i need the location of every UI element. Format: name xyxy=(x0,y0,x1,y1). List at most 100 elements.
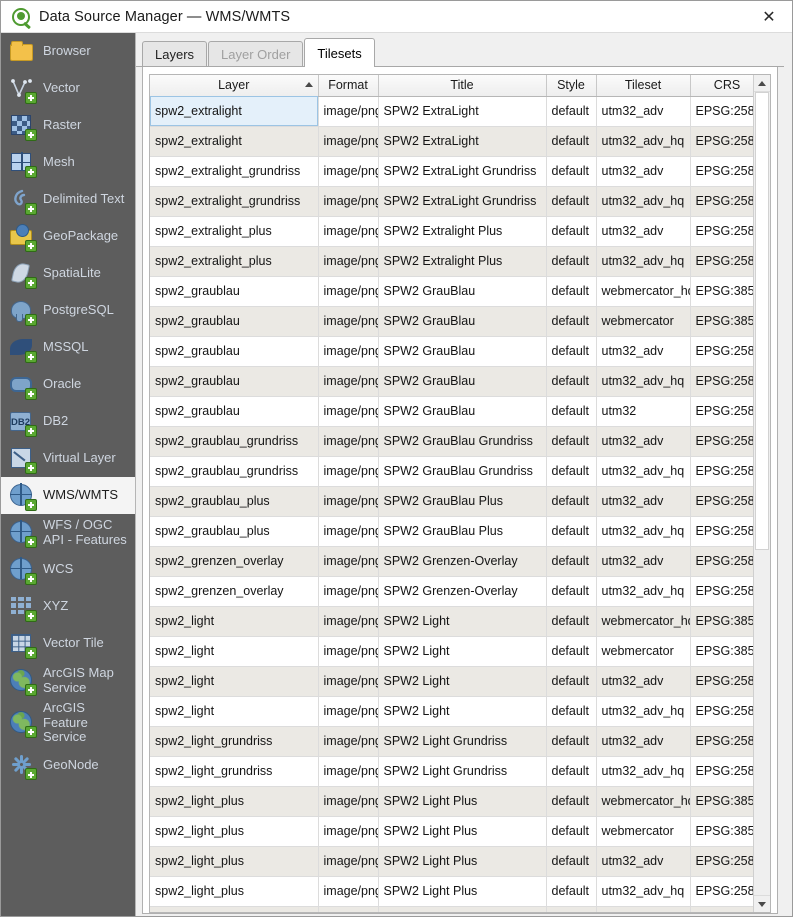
tab-strip[interactable]: Layers Layer Order Tilesets xyxy=(136,38,784,67)
cell-format[interactable]: image/png xyxy=(318,156,379,187)
table-row[interactable]: spw2_light image/png SPW2 Light default webm… xyxy=(150,636,765,667)
cell-layer[interactable]: spw2_graublau_plus xyxy=(150,516,319,547)
cell-style[interactable]: default xyxy=(546,426,597,457)
sidebar-item-browser[interactable]: Browser xyxy=(1,33,135,70)
table-row[interactable]: spw2_light_grundriss image/png SPW2 Light … xyxy=(150,756,765,787)
cell-tileset[interactable]: webmercator_hq xyxy=(596,606,691,637)
table-row[interactable]: spw2_graublau_grundriss image/png SPW2 Gra… xyxy=(150,456,765,487)
cell-layer[interactable]: spw2_extralight_plus xyxy=(150,216,319,247)
cell-format[interactable]: image/png xyxy=(318,426,379,457)
cell-tileset[interactable]: utm32_adv_hq xyxy=(596,456,691,487)
cell-layer[interactable]: spw2_light_plus xyxy=(150,846,319,877)
cell-format[interactable]: image/png xyxy=(318,486,379,517)
table-row[interactable]: spw2_grenzen_overlay image/png SPW2 Grenze… xyxy=(150,546,765,577)
cell-format[interactable]: image/png xyxy=(318,666,379,697)
cell-layer[interactable]: spw2_extralight_grundriss xyxy=(150,186,319,217)
cell-style[interactable]: default xyxy=(546,246,597,277)
cell-style[interactable]: default xyxy=(546,486,597,517)
cell-layer[interactable]: spw2_light_plus xyxy=(150,876,319,907)
cell-title[interactable]: SPW2 Grenzen-Overlay xyxy=(378,546,547,577)
cell-tileset[interactable]: utm32_adv xyxy=(596,336,691,367)
column-header-title[interactable]: Title xyxy=(378,75,547,97)
cell-style[interactable]: default xyxy=(546,636,597,667)
cell-format[interactable]: image/png xyxy=(318,336,379,367)
sidebar-item-xyz[interactable]: XYZ xyxy=(1,588,135,625)
cell-title[interactable]: SPW2 GrauBlau Plus xyxy=(378,486,547,517)
cell-title[interactable]: SPW2 Light Plus xyxy=(378,786,547,817)
cell-format[interactable]: image/png xyxy=(318,606,379,637)
tilesets-table[interactable]: Layer Format Title Style Tileset CRS spw2_ext… xyxy=(150,75,765,913)
cell-title[interactable]: SPW2 Light Grundriss xyxy=(378,756,547,787)
tab-tilesets[interactable]: Tilesets xyxy=(304,38,375,67)
cell-title[interactable]: SPW2 GrauBlau xyxy=(378,306,547,337)
cell-format[interactable]: image/png xyxy=(318,306,379,337)
table-row[interactable]: spw2_graublau image/png SPW2 GrauBlau defau… xyxy=(150,276,765,307)
cell-format[interactable]: image/png xyxy=(318,546,379,577)
cell-format[interactable]: image/png xyxy=(318,726,379,757)
cell-layer[interactable]: spw2_graublau xyxy=(150,276,319,307)
cell-layer[interactable]: spw2_graublau_plus xyxy=(150,486,319,517)
cell-tileset[interactable]: utm32_adv_hq xyxy=(596,366,691,397)
cell-style[interactable]: default xyxy=(546,216,597,247)
sidebar-item-delimited-text[interactable]: Delimited Text xyxy=(1,181,135,218)
cell-title[interactable]: SPW2 GrauBlau Grundriss xyxy=(378,426,547,457)
cell-tileset[interactable]: utm32_adv_hq xyxy=(596,876,691,907)
cell-layer[interactable]: spw2_extralight xyxy=(150,126,319,157)
cell-title[interactable]: SPW2 Light Grundriss xyxy=(378,726,547,757)
scroll-down-icon[interactable] xyxy=(754,895,770,913)
cell-tileset[interactable]: webmercator xyxy=(596,636,691,667)
table-row[interactable]: spw2_graublau_plus image/png SPW2 GrauBlau… xyxy=(150,516,765,547)
sidebar-item-wcs[interactable]: WCS xyxy=(1,551,135,588)
cell-style[interactable]: default xyxy=(546,696,597,727)
cell-format[interactable]: image/png xyxy=(318,456,379,487)
cell-title[interactable]: SPW2 Light xyxy=(378,666,547,697)
cell-title[interactable]: SPW2 Light Plus xyxy=(378,876,547,907)
table-row[interactable]: spw2_light_plus image/png SPW2 Light Plus d… xyxy=(150,816,765,847)
cell-layer[interactable]: spw2_light xyxy=(150,636,319,667)
cell-style[interactable]: default xyxy=(546,786,597,817)
sidebar-item-db2[interactable]: DB2 DB2 xyxy=(1,403,135,440)
sidebar-item-oracle[interactable]: Oracle xyxy=(1,366,135,403)
table-row[interactable]: spw2_extralight image/png SPW2 ExtraLight d… xyxy=(150,126,765,157)
tab-layers[interactable]: Layers xyxy=(142,41,208,66)
cell-tileset[interactable]: webmercator_hq xyxy=(596,786,691,817)
cell-format[interactable]: image/png xyxy=(318,756,379,787)
cell-format[interactable]: image/png xyxy=(318,216,379,247)
sidebar-item-arcgis-feature-service[interactable]: ArcGIS Feature Service xyxy=(1,699,135,747)
cell-format[interactable]: image/png xyxy=(318,816,379,847)
cell-title[interactable]: SPW2 GrauBlau Grundriss xyxy=(378,456,547,487)
cell-layer[interactable]: spw2_graublau xyxy=(150,306,319,337)
table-row[interactable]: spw2_extralight_plus image/png SPW2 Extral… xyxy=(150,246,765,277)
table-header-row[interactable]: Layer Format Title Style Tileset CRS xyxy=(150,75,765,97)
table-row[interactable]: spw2_extralight_grundriss image/png SPW2 E… xyxy=(150,186,765,217)
sidebar-item-vector[interactable]: Vector xyxy=(1,70,135,107)
cell-format[interactable]: image/png xyxy=(318,186,379,217)
scrollbar-track[interactable] xyxy=(754,92,770,896)
table-body[interactable]: spw2_extralight image/png SPW2 ExtraLight d… xyxy=(150,96,765,913)
cell-tileset[interactable]: utm32_adv_hq xyxy=(596,246,691,277)
scroll-up-icon[interactable] xyxy=(754,75,770,92)
cell-tileset[interactable]: utm32_adv xyxy=(596,666,691,697)
sidebar-item-arcgis-map-service[interactable]: ArcGIS Map Service xyxy=(1,662,135,699)
cell-style[interactable]: default xyxy=(546,846,597,877)
table-row[interactable]: spw2_light image/png SPW2 Light default utm3… xyxy=(150,696,765,727)
cell-format[interactable]: image/png xyxy=(318,516,379,547)
cell-layer[interactable]: spw2_light_grundriss xyxy=(150,756,319,787)
cell-tileset[interactable]: utm32_adv xyxy=(596,426,691,457)
cell-title[interactable]: SPW2 ExtraLight Grundriss xyxy=(378,186,547,217)
cell-title[interactable]: SPW2 GrauBlau xyxy=(378,336,547,367)
cell-layer[interactable]: spw2_extralight_grundriss xyxy=(150,156,319,187)
cell-style[interactable]: default xyxy=(546,126,597,157)
cell-tileset[interactable]: utm32_adv_hq xyxy=(596,696,691,727)
table-header[interactable]: Layer Format Title Style Tileset CRS xyxy=(150,75,765,97)
table-row[interactable]: spw2_graublau image/png SPW2 GrauBlau defau… xyxy=(150,366,765,397)
cell-tileset[interactable]: utm32_adv xyxy=(596,906,691,913)
cell-style[interactable]: default xyxy=(546,156,597,187)
cell-style[interactable]: default xyxy=(546,96,597,127)
cell-tileset[interactable]: utm32_adv_hq xyxy=(596,576,691,607)
cell-style[interactable]: default xyxy=(546,816,597,847)
cell-tileset[interactable]: utm32 xyxy=(596,396,691,427)
cell-style[interactable]: default xyxy=(546,456,597,487)
cell-format[interactable]: image/png xyxy=(318,276,379,307)
cell-style[interactable]: default xyxy=(546,756,597,787)
